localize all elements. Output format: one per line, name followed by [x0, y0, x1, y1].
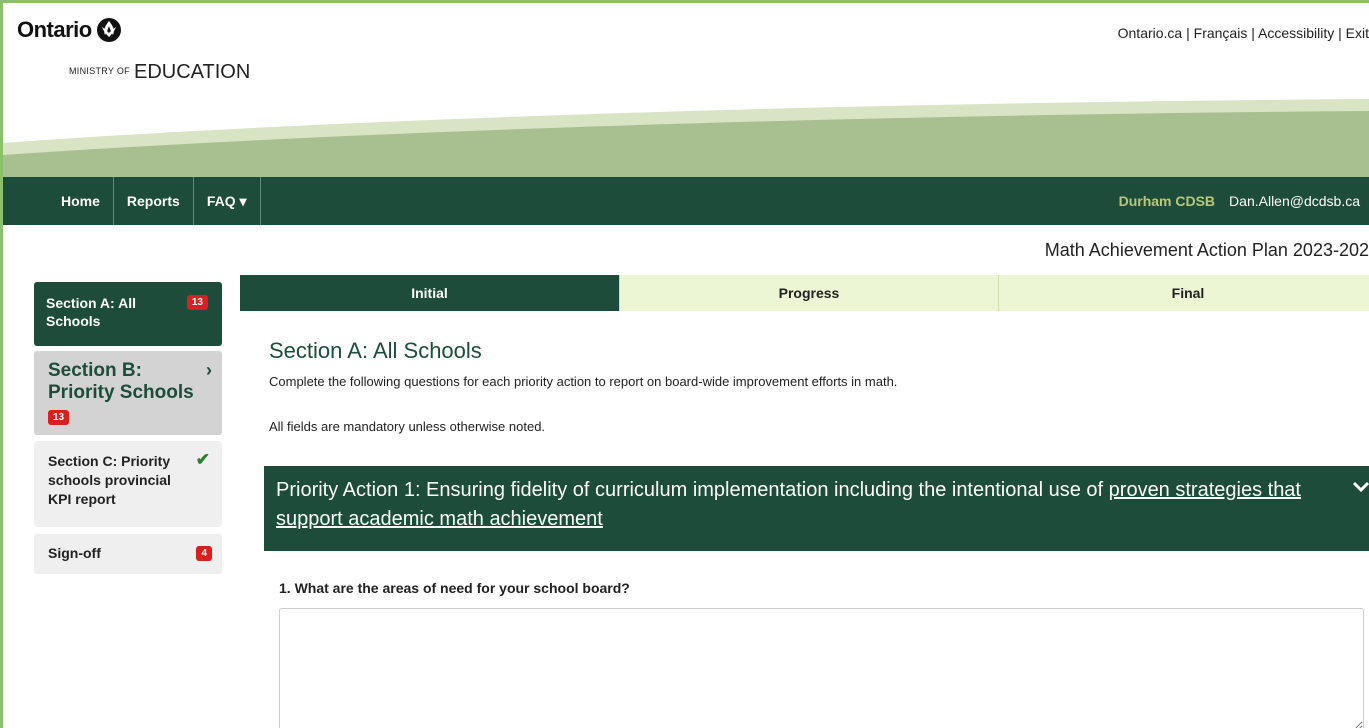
link-francais[interactable]: Français — [1194, 25, 1248, 41]
sidebar-item-section-a[interactable]: Section A: All Schools 13 — [34, 282, 222, 346]
nav-home[interactable]: Home — [3, 177, 114, 225]
link-accessibility[interactable]: Accessibility — [1258, 25, 1334, 41]
school-board-name: Durham CDSB — [1118, 193, 1216, 209]
report-stage-tabs: Initial Progress Final — [240, 275, 1369, 311]
sidebar-item-label: Section B: Priority Schools — [48, 360, 194, 403]
priority-action-title: Priority Action 1: Ensuring fidelity of … — [276, 479, 1109, 501]
top-links: Ontario.ca | Français | Accessibility | … — [1117, 25, 1369, 41]
sidebar-item-label: Section A: All Schools — [46, 295, 136, 329]
ontario-logo[interactable]: Ontario — [17, 17, 122, 43]
link-exit[interactable]: Exit — [1346, 25, 1369, 41]
section-description: Complete the following questions for eac… — [269, 374, 898, 389]
ontario-logo-text: Ontario — [17, 17, 92, 42]
plan-title: Math Achievement Action Plan 2023-202 — [1044, 240, 1369, 260]
trillium-logo-icon — [96, 18, 121, 42]
sidebar-item-label: Sign-off — [48, 545, 101, 561]
ministry-name: MINISTRY OF EDUCATION — [69, 61, 250, 84]
nav-faq-dropdown[interactable]: FAQ ▾ — [194, 177, 261, 225]
mandatory-note: All fields are mandatory unless otherwis… — [269, 419, 546, 434]
section-title: Section A: All Schools — [269, 338, 482, 363]
user-info: Durham CDSB Dan.Allen@dcdsb.ca — [1119, 177, 1369, 225]
sidebar-item-label: Section C: Priority schools provincial K… — [48, 453, 171, 507]
chevron-down-icon[interactable] — [1352, 474, 1369, 503]
chevron-right-icon: › — [206, 360, 212, 380]
priority-action-1-header[interactable]: Priority Action 1: Ensuring fidelity of … — [264, 466, 1369, 551]
nav-reports[interactable]: Reports — [114, 177, 194, 225]
question-1-label: 1. What are the areas of need for your s… — [279, 580, 630, 596]
tab-final[interactable]: Final — [998, 275, 1369, 311]
sidebar-item-sign-off[interactable]: Sign-off 4 — [34, 534, 222, 574]
sidebar-item-section-b[interactable]: Section B: Priority Schools › 13 — [34, 351, 222, 435]
tab-progress[interactable]: Progress — [619, 275, 998, 311]
question-1-answer-field[interactable] — [279, 608, 1364, 728]
page-frame: Ontario MINISTRY OF EDUCATION Ontario.ca … — [0, 0, 1369, 728]
sidebar-item-section-c[interactable]: Section C: Priority schools provincial K… — [34, 441, 222, 527]
main-navbar: Home Reports FAQ ▾ Durham CDSB Dan.Allen… — [3, 177, 1369, 225]
count-badge: 4 — [196, 546, 212, 561]
count-badge: 13 — [48, 410, 70, 425]
ministry-big-label: EDUCATION — [133, 61, 251, 83]
header-wave-banner — [3, 99, 1369, 181]
link-ontario-ca[interactable]: Ontario.ca — [1118, 25, 1183, 41]
check-icon: ✔ — [195, 450, 210, 469]
tab-initial[interactable]: Initial — [240, 275, 619, 311]
user-email[interactable]: Dan.Allen@dcdsb.ca — [1229, 193, 1360, 209]
count-badge: 13 — [186, 295, 208, 310]
ministry-small-label: MINISTRY OF — [69, 66, 130, 76]
